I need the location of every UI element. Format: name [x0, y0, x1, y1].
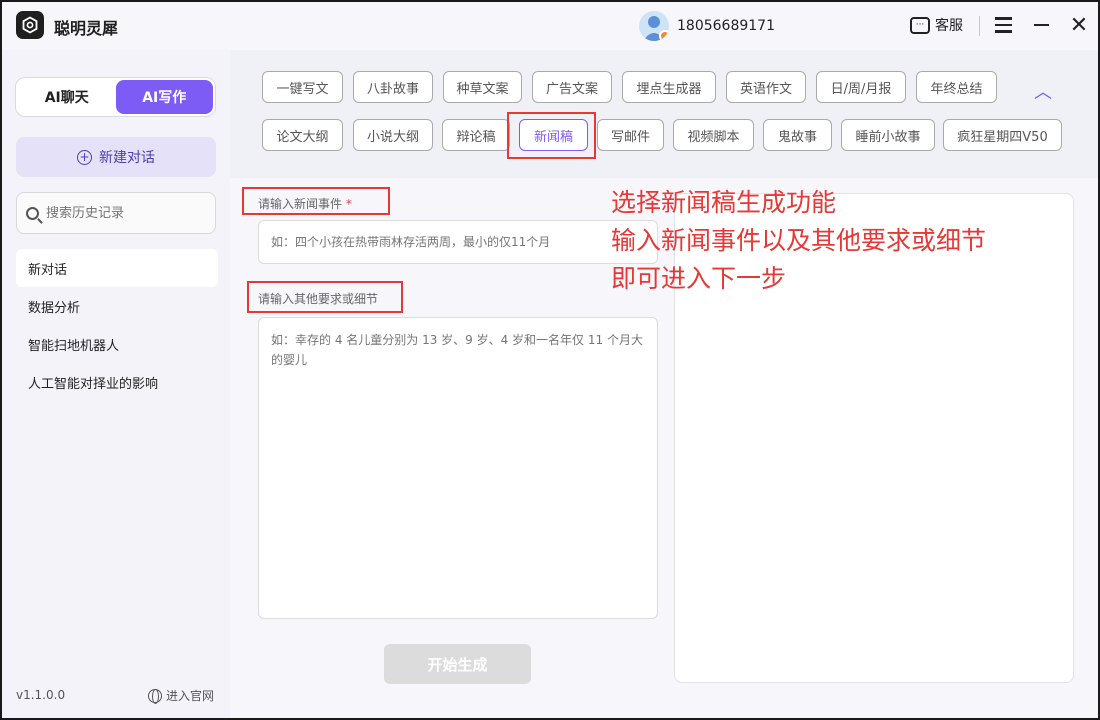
history-search-input[interactable]: [46, 205, 196, 221]
news-event-input[interactable]: [258, 220, 658, 264]
history-item[interactable]: 新对话: [16, 249, 218, 287]
history-item[interactable]: 人工智能对择业的影响: [16, 363, 218, 401]
mode-ai-writing[interactable]: AI写作: [115, 80, 213, 114]
highlight-box-template: [507, 112, 596, 159]
app-window: 聪明灵犀 18056689171 ··· 客服 ✕ AI聊天 AI写作 + 新建…: [0, 0, 1100, 720]
template-chip[interactable]: 日/周/月报: [816, 71, 906, 103]
template-chip[interactable]: 写邮件: [597, 119, 664, 151]
template-panel: 一键写文 八卦故事 种草文案 广告文案 埋点生成器 英语作文 日/周/月报 年终…: [230, 50, 1098, 178]
template-chip[interactable]: 小说大纲: [353, 119, 433, 151]
version-label: v1.1.0.0: [16, 688, 66, 702]
template-chip[interactable]: 睡前小故事: [841, 119, 935, 151]
chevron-up-icon[interactable]: ︿: [1034, 78, 1052, 104]
template-chip[interactable]: 八卦故事: [353, 71, 433, 103]
template-chip[interactable]: 辩论稿: [442, 119, 510, 151]
template-chip[interactable]: 埋点生成器: [622, 71, 716, 103]
avatar[interactable]: [639, 11, 669, 41]
history-item[interactable]: 数据分析: [16, 287, 218, 325]
titlebar-divider: [979, 16, 980, 36]
search-icon: [26, 206, 39, 220]
template-chip[interactable]: 疯狂星期四V50: [943, 119, 1062, 151]
official-site-label: 进入官网: [166, 689, 215, 703]
vip-badge-icon: [659, 30, 669, 41]
generate-button[interactable]: 开始生成: [384, 644, 531, 684]
app-title: 聪明灵犀: [54, 19, 119, 38]
template-chip[interactable]: 一键写文: [262, 71, 343, 103]
history-list: 新对话 数据分析 智能扫地机器人 人工智能对择业的影响: [16, 249, 218, 401]
plus-circle-icon: +: [77, 149, 92, 165]
menu-icon[interactable]: [992, 13, 1014, 37]
minimize-icon[interactable]: [1030, 13, 1052, 37]
mode-switch: AI聊天 AI写作: [15, 77, 216, 117]
template-chip[interactable]: 视频脚本: [673, 119, 754, 151]
template-chip[interactable]: 年终总结: [916, 71, 997, 103]
sidebar: AI聊天 AI写作 + 新建对话 新对话 数据分析 智能扫地机器人 人工智能对择…: [2, 50, 230, 718]
highlight-box-details-label: [247, 281, 403, 313]
customer-service-button[interactable]: ··· 客服: [910, 15, 963, 35]
template-chip[interactable]: 论文大纲: [262, 119, 343, 151]
annotation-line: 选择新闻稿生成功能: [611, 188, 837, 217]
history-item[interactable]: 智能扫地机器人: [16, 325, 218, 363]
new-chat-button[interactable]: + 新建对话: [16, 137, 216, 177]
details-textarea[interactable]: [258, 317, 658, 619]
highlight-box-news-label: [242, 187, 390, 215]
globe-icon: [148, 688, 162, 704]
app-logo-icon: [16, 11, 44, 39]
template-chip[interactable]: 种草文案: [443, 71, 522, 103]
close-icon[interactable]: ✕: [1068, 13, 1090, 38]
template-chip[interactable]: 鬼故事: [763, 119, 832, 151]
template-chip[interactable]: 广告文案: [532, 71, 612, 103]
user-phone: 18056689171: [677, 18, 775, 34]
instruction-annotation: 选择新闻稿生成功能 输入新闻事件以及其他要求或细节 即可进入下一步: [611, 184, 986, 298]
annotation-line: 即可进入下一步: [611, 264, 787, 293]
customer-service-label: 客服: [935, 18, 963, 34]
new-chat-label: 新建对话: [99, 150, 155, 166]
template-chip[interactable]: 英语作文: [726, 71, 806, 103]
history-search[interactable]: [16, 192, 216, 234]
title-bar: 聪明灵犀 18056689171 ··· 客服 ✕: [2, 2, 1098, 50]
main-area: 一键写文 八卦故事 种草文案 广告文案 埋点生成器 英语作文 日/周/月报 年终…: [230, 50, 1098, 718]
chat-bubble-icon: ···: [910, 16, 930, 34]
user-account[interactable]: 18056689171: [639, 11, 775, 41]
mode-ai-chat[interactable]: AI聊天: [18, 80, 116, 114]
official-site-link[interactable]: 进入官网: [148, 687, 214, 704]
annotation-line: 输入新闻事件以及其他要求或细节: [611, 226, 987, 255]
